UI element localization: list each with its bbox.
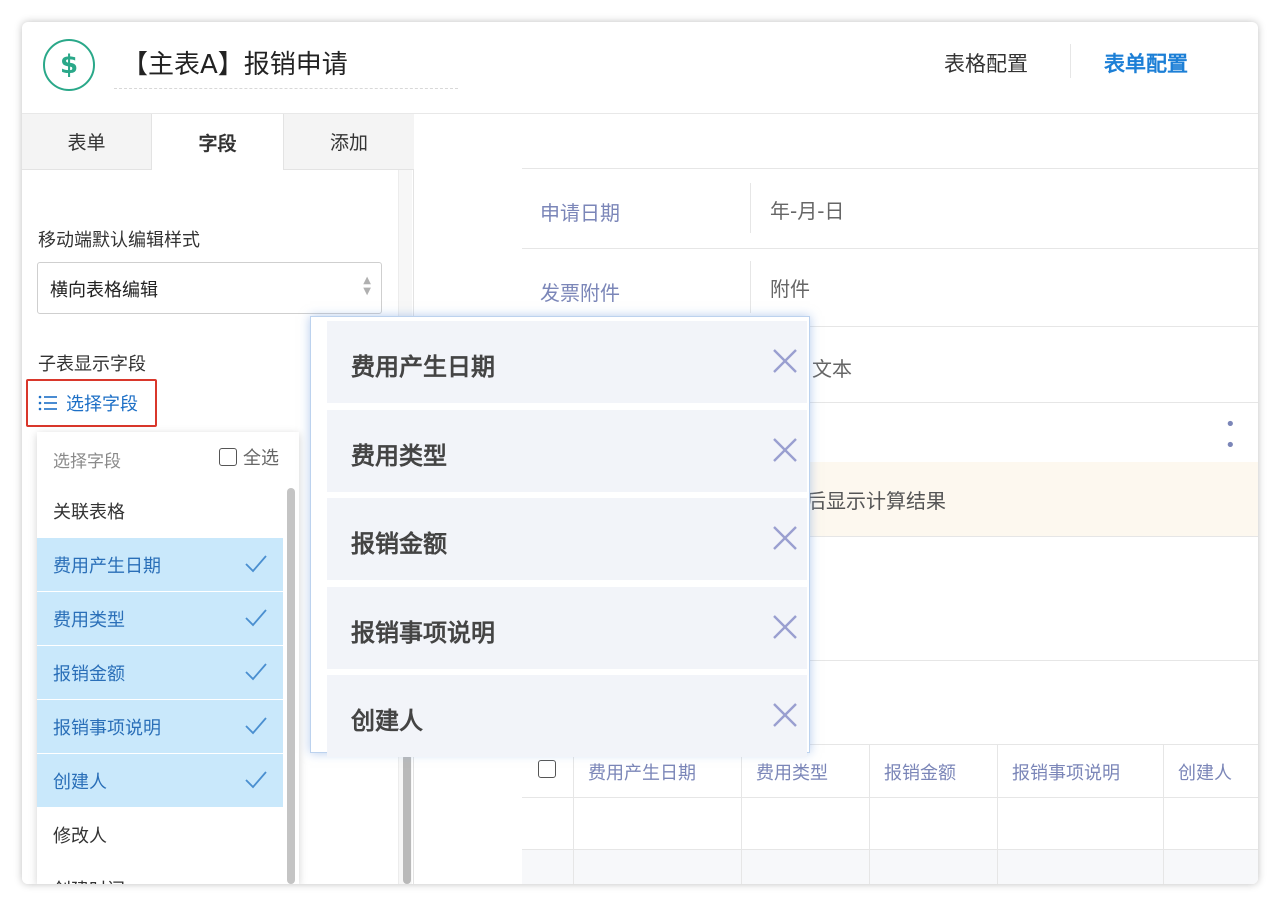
dropdown-item[interactable]: 报销事项说明: [37, 700, 283, 754]
dropdown-item[interactable]: 费用类型: [37, 592, 283, 646]
column-header[interactable]: 报销金额: [870, 745, 998, 799]
column-header[interactable]: 报销事项说明: [998, 745, 1164, 799]
check-icon: [245, 555, 267, 573]
chip-label: 费用类型: [351, 441, 447, 470]
dropdown-header: 选择字段 全选: [37, 432, 299, 484]
check-icon: [245, 771, 267, 789]
close-icon[interactable]: [771, 613, 799, 641]
table-cell[interactable]: [998, 850, 1164, 884]
select-arrows-icon: ▲ ▼: [363, 275, 371, 297]
tab-add[interactable]: 添加: [284, 114, 414, 170]
chip-label: 创建人: [351, 707, 423, 735]
select-all-checkbox[interactable]: 全选: [219, 444, 279, 470]
choose-fields-button[interactable]: 选择字段: [26, 379, 157, 427]
table-cell[interactable]: [574, 850, 742, 884]
check-icon: [245, 663, 267, 681]
dropdown-item[interactable]: 创建时间: [37, 862, 283, 884]
tab-form-config[interactable]: 表单配置: [1104, 48, 1188, 78]
form-row-value: 年-月-日: [770, 199, 845, 223]
dropdown-item-label: 报销事项说明: [53, 717, 161, 739]
dropdown-item-label: 创建时间: [53, 876, 125, 884]
title-underline: [114, 88, 458, 89]
close-icon[interactable]: [771, 347, 799, 375]
table-cell[interactable]: [870, 850, 998, 884]
dropdown-item-label: 创建人: [53, 771, 107, 793]
form-row-apply-date[interactable]: 申请日期 年-月-日: [522, 168, 1258, 248]
panel-scrollbar-thumb[interactable]: [403, 754, 411, 884]
tab-fields[interactable]: 字段: [152, 114, 284, 170]
table-cell[interactable]: [1164, 798, 1258, 850]
form-row-label: 申请日期: [540, 201, 620, 225]
dropdown-item-label: 修改人: [53, 826, 107, 847]
table-cell[interactable]: [742, 850, 870, 884]
choose-fields-label: 选择字段: [66, 394, 138, 415]
dollar-icon: $: [43, 39, 95, 91]
form-row-value: 文本: [812, 357, 852, 381]
column-header[interactable]: 创建人: [1164, 745, 1258, 799]
selected-field-chip: 创建人: [327, 675, 807, 757]
subtable-fields-label: 子表显示字段: [38, 354, 146, 375]
chip-label: 报销事项说明: [351, 618, 495, 647]
dropdown-item-label: 报销金额: [53, 663, 125, 685]
dropdown-list: 关联表格费用产生日期费用类型报销金额报销事项说明创建人修改人创建时间: [37, 484, 283, 884]
tab-form[interactable]: 表单: [22, 114, 152, 170]
table-cell[interactable]: [574, 798, 742, 850]
dropdown-item[interactable]: 费用产生日期: [37, 538, 283, 592]
mobile-style-select[interactable]: 横向表格编辑 ▲ ▼: [37, 262, 382, 314]
row-separator: [750, 261, 751, 313]
close-icon[interactable]: [771, 436, 799, 464]
list-icon: [38, 395, 57, 411]
table-cell[interactable]: [522, 798, 574, 850]
check-icon: [245, 717, 267, 735]
dropdown-item[interactable]: 关联表格: [37, 484, 283, 538]
checkbox-icon: [538, 760, 556, 778]
page-title[interactable]: 【主表A】报销申请: [122, 44, 348, 81]
chip-label: 报销金额: [351, 530, 447, 558]
dropdown-scrollbar[interactable]: [287, 488, 295, 884]
check-icon: [245, 609, 267, 627]
dropdown-item-label: 关联表格: [53, 502, 125, 523]
close-icon[interactable]: [771, 701, 799, 729]
selected-field-chip: 费用类型: [327, 409, 807, 492]
table-cell[interactable]: [742, 798, 870, 850]
header-bar: $ 【主表A】报销申请 表格配置 表单配置: [22, 22, 1258, 114]
form-row-invoice[interactable]: 发票附件 附件: [522, 248, 1258, 326]
tab-table-config[interactable]: 表格配置: [944, 48, 1028, 78]
form-row-label: 发票附件: [540, 281, 620, 305]
selected-field-chip: 报销金额: [327, 498, 807, 580]
selected-fields-popover: 费用产生日期 费用类型报销金额报销事项说明 创建人: [310, 316, 810, 757]
app-window: $ 【主表A】报销申请 表格配置 表单配置 表单 字段 添加 移动端默认编辑样式…: [22, 22, 1258, 884]
sub-table: 费用产生日期 费用类型 报销金额 报销事项说明 创建人: [522, 744, 1258, 884]
table-cell[interactable]: [870, 798, 998, 850]
close-icon[interactable]: [771, 524, 799, 552]
dropdown-item[interactable]: 修改人: [37, 808, 283, 862]
selected-field-chip: 报销事项说明: [327, 586, 807, 669]
table-row[interactable]: [522, 850, 1258, 884]
dropdown-item-label: 费用类型: [53, 609, 125, 631]
row-separator: [750, 183, 751, 233]
header-divider: [1070, 44, 1071, 78]
dropdown-item[interactable]: 创建人: [37, 754, 283, 808]
dropdown-header-label: 选择字段: [53, 452, 121, 472]
dropdown-item[interactable]: 报销金额: [37, 646, 283, 700]
panel-tabs: 表单 字段 添加: [22, 114, 414, 170]
field-select-dropdown: 选择字段 全选 关联表格费用产生日期费用类型报销金额报销事项说明创建人修改人创建…: [37, 432, 299, 884]
form-row-value: 附件: [770, 277, 810, 301]
mobile-style-label: 移动端默认编辑样式: [38, 230, 200, 251]
calc-result-text: 后显示计算结果: [806, 489, 946, 513]
checkbox-icon: [219, 448, 237, 466]
table-cell[interactable]: [998, 798, 1164, 850]
table-row[interactable]: [522, 798, 1258, 850]
more-dots-icon[interactable]: • •: [1225, 414, 1258, 456]
table-cell[interactable]: [1164, 850, 1258, 884]
selected-field-chip: 费用产生日期: [327, 321, 807, 403]
chip-label: 费用产生日期: [351, 353, 495, 381]
dropdown-item-label: 费用产生日期: [53, 555, 161, 577]
mobile-style-value: 横向表格编辑: [50, 280, 158, 301]
select-all-label: 全选: [243, 448, 279, 469]
table-cell[interactable]: [522, 850, 574, 884]
